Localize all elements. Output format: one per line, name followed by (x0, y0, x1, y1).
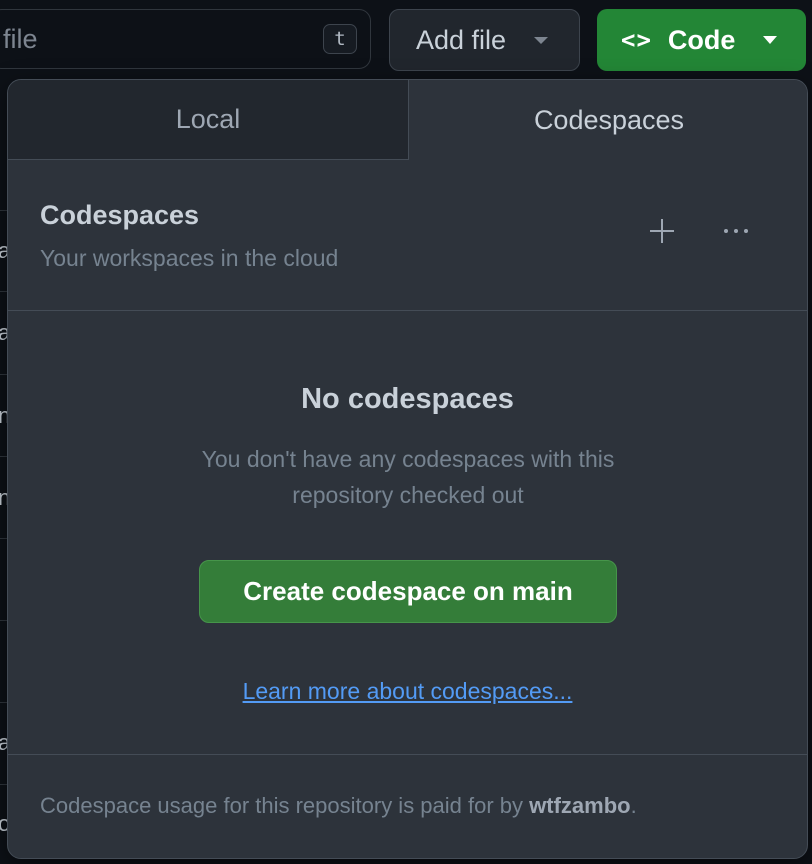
empty-state-description: You don't have any codespaces with this … (201, 446, 615, 508)
section-subtitle: Your workspaces in the cloud (40, 245, 339, 271)
tab-local[interactable]: Local (8, 80, 409, 160)
learn-more-link: Learn more about codespaces... (8, 678, 807, 705)
go-to-file-input[interactable]: file t (0, 9, 371, 69)
create-codespace-button[interactable]: Create codespace on main (199, 560, 617, 623)
tab-bar: Local Codespaces (8, 80, 807, 160)
add-file-label: Add file (416, 24, 507, 55)
code-dropdown-panel: Local Codespaces Codespaces Your workspa… (7, 79, 808, 859)
billing-owner: wtfzambo (529, 793, 631, 818)
learn-more-link-text[interactable]: Learn more about codespaces... (243, 678, 573, 704)
dot (724, 229, 728, 233)
codespaces-header: Codespaces Your workspaces in the cloud (8, 160, 807, 311)
triangle-down-icon (763, 36, 778, 44)
section-title: Codespaces (40, 200, 200, 230)
code-button[interactable]: <> Code (597, 9, 806, 71)
github-repo-view: a a n n a o file t Add file <> Code Loca… (0, 0, 812, 864)
search-placeholder: file (3, 24, 38, 54)
empty-state-title: No codespaces (301, 383, 514, 415)
code-icon: <> (621, 26, 652, 54)
code-label: Code (667, 24, 736, 55)
keyboard-shortcut-badge: t (323, 24, 357, 54)
billing-prefix: Codespace usage for this repository is p… (40, 793, 530, 818)
tab-codespaces[interactable]: Codespaces (409, 80, 807, 160)
billing-footer: Codespace usage for this repository is p… (8, 755, 807, 858)
kebab-horizontal-icon[interactable] (714, 215, 758, 247)
dot (734, 229, 738, 233)
billing-text: Codespace usage for this repository is p… (40, 793, 637, 819)
empty-state: No codespaces You don't have any codespa… (8, 311, 807, 755)
chevron-down-icon (534, 36, 549, 44)
add-file-button[interactable]: Add file (389, 9, 580, 71)
dot (744, 229, 748, 233)
billing-suffix: . (630, 793, 637, 818)
plus-icon[interactable] (646, 215, 678, 247)
